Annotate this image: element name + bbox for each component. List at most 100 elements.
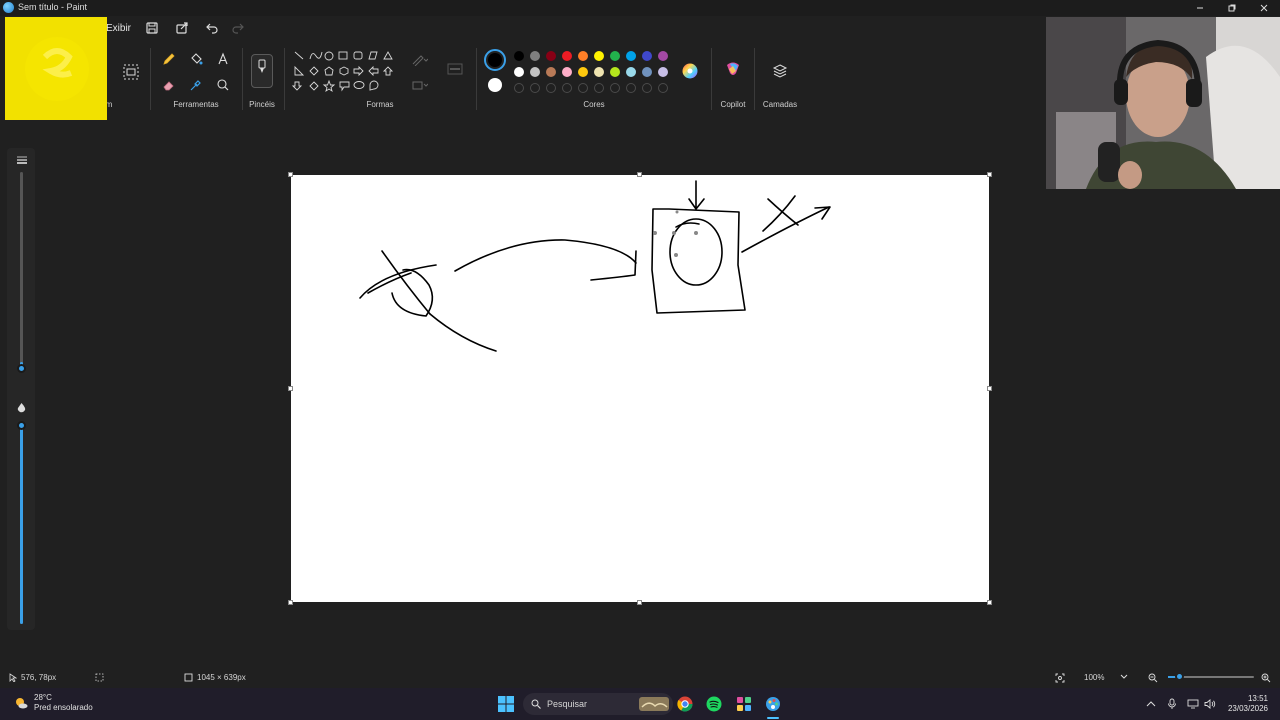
color-swatch[interactable]	[610, 67, 620, 77]
color-swatch[interactable]	[514, 51, 524, 61]
group-label-formas: Formas	[366, 100, 394, 109]
paint-taskbar-button[interactable]	[765, 696, 781, 712]
color-swatch[interactable]	[626, 67, 636, 77]
zoom-in-button[interactable]	[1261, 673, 1271, 683]
color-swatch[interactable]	[546, 51, 556, 61]
custom-color-slot[interactable]	[562, 83, 572, 93]
brush-button[interactable]	[251, 54, 273, 88]
spotify-button[interactable]	[706, 696, 722, 712]
volume-button[interactable]	[1202, 696, 1218, 712]
close-button[interactable]	[1248, 0, 1280, 16]
sticker-overlay	[5, 17, 107, 120]
resize-handle[interactable]	[637, 600, 642, 605]
color-swatch[interactable]	[642, 51, 652, 61]
app-button[interactable]	[736, 696, 752, 712]
shapes-gallery[interactable]	[292, 48, 398, 96]
group-label-ferramentas: Ferramentas	[173, 100, 219, 109]
custom-color-slot[interactable]	[514, 83, 524, 93]
taskbar-search[interactable]: Pesquisar	[523, 693, 673, 715]
edit-colors-button[interactable]	[681, 62, 699, 80]
resize-handle[interactable]	[288, 172, 293, 177]
color-picker-button[interactable]	[187, 76, 205, 94]
color-swatch[interactable]	[546, 67, 556, 77]
size-icon	[447, 63, 463, 75]
custom-color-slot[interactable]	[594, 83, 604, 93]
custom-color-slot[interactable]	[626, 83, 636, 93]
spotify-icon	[706, 696, 722, 712]
minimize-button[interactable]	[1184, 0, 1216, 16]
eraser-button[interactable]	[160, 76, 178, 94]
secondary-color-swatch[interactable]	[488, 78, 502, 92]
color-swatch[interactable]	[562, 51, 572, 61]
primary-color-swatch[interactable]	[484, 49, 506, 71]
undo-button[interactable]	[203, 20, 221, 36]
size-slider-track[interactable]	[20, 172, 23, 372]
microphone-button[interactable]	[1164, 696, 1180, 712]
resize-handle[interactable]	[987, 172, 992, 177]
opacity-slider-thumb[interactable]	[17, 421, 26, 430]
weather-widget[interactable]: 28°C Pred ensolarado	[14, 693, 93, 713]
save-button[interactable]	[143, 20, 161, 36]
drawing-canvas[interactable]	[291, 175, 989, 602]
zoom-slider-thumb[interactable]	[1175, 672, 1184, 681]
windows-icon	[498, 696, 514, 712]
paint-icon	[3, 2, 14, 13]
color-swatch[interactable]	[610, 51, 620, 61]
color-swatch[interactable]	[658, 67, 668, 77]
chrome-button[interactable]	[677, 696, 693, 712]
resize-handle[interactable]	[637, 172, 642, 177]
color-swatch[interactable]	[562, 67, 572, 77]
color-swatch[interactable]	[514, 67, 524, 77]
fill-button[interactable]	[187, 50, 205, 68]
color-swatch[interactable]	[642, 67, 652, 77]
color-swatch[interactable]	[594, 67, 604, 77]
sun-cloud-icon	[16, 698, 28, 709]
shape-fill-button[interactable]	[411, 76, 429, 94]
color-swatch[interactable]	[594, 51, 604, 61]
share-button[interactable]	[173, 20, 191, 36]
shape-size-button[interactable]	[446, 60, 464, 78]
fit-to-window-button[interactable]	[1055, 673, 1065, 683]
resize-handle[interactable]	[288, 386, 293, 391]
color-swatch[interactable]	[658, 51, 668, 61]
redo-button[interactable]	[229, 20, 247, 36]
image-select-button[interactable]	[122, 63, 140, 81]
color-swatch[interactable]	[578, 51, 588, 61]
custom-color-slot[interactable]	[530, 83, 540, 93]
network-button[interactable]	[1185, 696, 1201, 712]
pencil-icon	[163, 53, 175, 65]
restore-button[interactable]	[1216, 0, 1248, 16]
microphone-icon	[1168, 698, 1176, 709]
copilot-icon	[727, 62, 739, 75]
volume-icon	[1204, 699, 1216, 709]
tray-overflow-button[interactable]	[1143, 696, 1159, 712]
color-swatch[interactable]	[626, 51, 636, 61]
text-button[interactable]	[214, 50, 232, 68]
menu-exibir[interactable]: Exibir	[106, 23, 131, 34]
layers-button[interactable]	[771, 62, 789, 80]
custom-color-slot[interactable]	[578, 83, 588, 93]
webcam-overlay	[1046, 17, 1280, 189]
zoom-select[interactable]: 100%	[1078, 670, 1134, 684]
resize-handle[interactable]	[288, 600, 293, 605]
pencil-button[interactable]	[160, 50, 178, 68]
clock[interactable]: 13:51 23/03/2026	[1222, 694, 1268, 714]
resize-handle[interactable]	[987, 600, 992, 605]
color-swatch[interactable]	[530, 67, 540, 77]
search-placeholder: Pesquisar	[547, 699, 588, 709]
start-button[interactable]	[498, 696, 514, 712]
custom-color-slot[interactable]	[658, 83, 668, 93]
custom-color-slot[interactable]	[546, 83, 556, 93]
custom-color-slot[interactable]	[610, 83, 620, 93]
color-swatch[interactable]	[578, 67, 588, 77]
search-icon	[531, 699, 541, 709]
custom-color-slot[interactable]	[642, 83, 652, 93]
shape-outline-button[interactable]	[411, 51, 429, 69]
copilot-button[interactable]	[724, 60, 742, 78]
color-swatch[interactable]	[530, 51, 540, 61]
magnifier-button[interactable]	[214, 76, 232, 94]
size-slider-thumb[interactable]	[17, 364, 26, 373]
resize-handle[interactable]	[987, 386, 992, 391]
zoom-out-button[interactable]	[1148, 673, 1158, 683]
fit-screen-icon	[1055, 673, 1065, 683]
